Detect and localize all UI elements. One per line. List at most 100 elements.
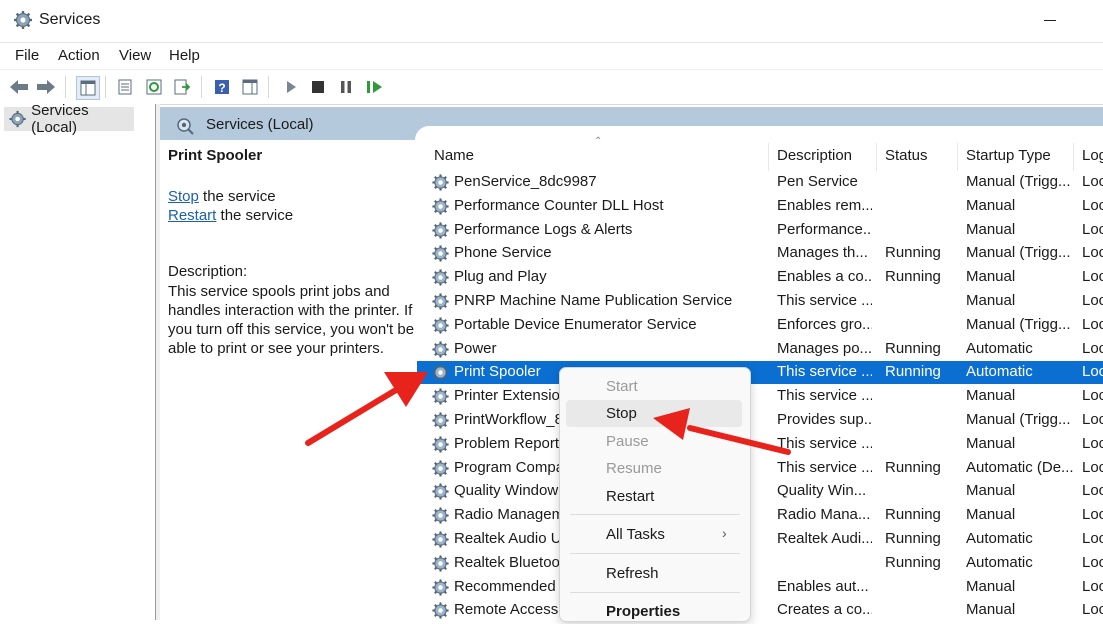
service-gear-icon xyxy=(431,221,450,240)
restart-service-line: Restart the service xyxy=(168,207,293,224)
table-row[interactable]: Printer Extension This service ... Manual L… xyxy=(417,385,1103,408)
row-name: Phone Service xyxy=(454,244,552,262)
table-row[interactable]: Quality Window Quality Win... Manual Loc xyxy=(417,480,1103,503)
row-status: Running xyxy=(885,506,941,524)
minimize-button[interactable] xyxy=(1030,6,1070,36)
row-log-on-as: Loc xyxy=(1082,196,1103,214)
table-row[interactable]: Realtek Bluetoo Running Automatic Loc xyxy=(417,552,1103,575)
table-row[interactable]: Recommended T Enables aut... Manual Loc xyxy=(417,576,1103,599)
row-name: Power xyxy=(454,339,497,357)
service-gear-icon xyxy=(431,482,450,501)
table-row[interactable]: Radio Managem Radio Mana... Running Manual L… xyxy=(417,504,1103,527)
table-row[interactable]: Realtek Audio U Realtek Audi... Running Aut… xyxy=(417,528,1103,551)
restart-icon[interactable] xyxy=(364,76,386,98)
table-row[interactable]: Program Compa This service ... Running Auto… xyxy=(417,457,1103,480)
help-icon[interactable]: ? xyxy=(211,76,233,98)
restart-suffix: the service xyxy=(216,207,294,224)
table-row[interactable]: Performance Counter DLL Host Enables rem.… xyxy=(417,195,1103,218)
menu-help[interactable]: Help xyxy=(169,47,200,64)
console-tree-icon[interactable] xyxy=(76,76,100,100)
stop-service-link[interactable]: Stop xyxy=(168,188,199,205)
service-gear-icon xyxy=(431,268,450,287)
row-description: Enables a co... xyxy=(777,268,872,286)
stop-square-icon[interactable] xyxy=(307,76,329,98)
menu-view[interactable]: View xyxy=(119,47,151,64)
row-description: Creates a co... xyxy=(777,601,872,619)
export-list-icon[interactable] xyxy=(171,76,193,98)
table-row[interactable]: Remote Access A Creates a co... Manual Loc xyxy=(417,599,1103,622)
table-row[interactable]: Power Manages po... Running Automatic Loc xyxy=(417,338,1103,361)
row-log-on-as: Loc xyxy=(1082,506,1103,524)
table-row[interactable]: PrintWorkflow_8 Provides sup... Manual (Tr… xyxy=(417,409,1103,432)
column-header-name[interactable]: Name xyxy=(434,147,474,164)
row-startup-type: Automatic (De... xyxy=(966,458,1074,476)
ctx-all-tasks[interactable]: All Tasks xyxy=(606,526,665,543)
service-gear-icon xyxy=(431,340,450,359)
row-description: Performance... xyxy=(777,220,872,238)
row-startup-type: Manual xyxy=(966,196,1016,214)
column-header-log-on-as[interactable]: Log xyxy=(1082,147,1103,164)
row-log-on-as: Loc xyxy=(1082,173,1103,190)
service-gear-icon xyxy=(431,197,450,216)
table-row[interactable]: Print Spooler This service ... Running Auto… xyxy=(417,361,1103,385)
column-header-startup-type[interactable]: Startup Type xyxy=(966,147,1051,164)
column-header-status[interactable]: Status xyxy=(885,147,928,164)
row-log-on-as: Loc xyxy=(1082,315,1103,333)
row-log-on-as: Loc xyxy=(1082,601,1103,619)
ctx-stop[interactable]: Stop xyxy=(606,405,637,422)
minimize-icon xyxy=(1044,20,1056,21)
row-description: Enables aut... xyxy=(777,577,869,595)
properties-icon[interactable] xyxy=(114,76,136,98)
tree-item-label: Services (Local) xyxy=(31,102,89,136)
row-log-on-as: Loc xyxy=(1082,339,1103,357)
back-arrow-icon[interactable] xyxy=(8,76,30,98)
service-gear-icon xyxy=(431,459,450,478)
row-description: This service ... xyxy=(777,292,872,309)
restart-service-link[interactable]: Restart xyxy=(168,207,216,224)
menu-file[interactable]: File xyxy=(15,47,39,64)
ctx-start: Start xyxy=(606,378,638,395)
refresh-icon[interactable] xyxy=(143,76,165,98)
description-label: Description: xyxy=(168,263,248,280)
column-header-description[interactable]: Description xyxy=(777,147,852,164)
table-row[interactable]: PNRP Machine Name Publication Service Thi… xyxy=(417,290,1103,313)
table-row[interactable]: PenService_8dc9987 Pen Service Manual (Tri… xyxy=(417,171,1103,194)
ctx-refresh[interactable]: Refresh xyxy=(606,565,659,582)
row-startup-type: Manual xyxy=(966,482,1016,500)
row-name: PNRP Machine Name Publication Service xyxy=(454,292,733,309)
row-log-on-as: Loc xyxy=(1082,363,1103,381)
row-description: Quality Win... xyxy=(777,482,867,500)
row-status: Running xyxy=(885,553,941,571)
table-row[interactable]: Phone Service Manages th... Running Manual … xyxy=(417,242,1103,265)
row-log-on-as: Loc xyxy=(1082,220,1103,238)
ctx-resume: Resume xyxy=(606,460,662,477)
row-status: Running xyxy=(885,363,941,381)
pause-icon[interactable] xyxy=(335,76,357,98)
menu-action[interactable]: Action xyxy=(58,47,100,64)
row-status: Running xyxy=(885,268,941,286)
service-gear-icon xyxy=(431,244,450,263)
forward-arrow-icon[interactable] xyxy=(35,76,57,98)
play-icon[interactable] xyxy=(280,76,302,98)
row-description: Manages po... xyxy=(777,339,872,357)
show-hide-icon[interactable] xyxy=(239,76,261,98)
table-row[interactable]: Portable Device Enumerator Service Enforc… xyxy=(417,314,1103,337)
row-name: PenService_8dc9987 xyxy=(454,173,597,190)
row-description: Radio Mana... xyxy=(777,506,871,524)
row-startup-type: Manual (Trigg... xyxy=(966,315,1071,333)
tree-item-services-local[interactable]: Services (Local) xyxy=(4,102,134,136)
table-row[interactable]: Problem Reports This service ... Manual Loc xyxy=(417,433,1103,456)
context-menu-highlight xyxy=(566,400,742,427)
table-row[interactable]: Plug and Play Enables a co... Running Manua… xyxy=(417,266,1103,289)
row-log-on-as: Loc xyxy=(1082,292,1103,309)
gear-icon xyxy=(9,110,26,128)
row-log-on-as: Loc xyxy=(1082,553,1103,571)
service-gear-icon xyxy=(431,554,450,573)
ctx-restart[interactable]: Restart xyxy=(606,488,654,505)
service-gear-icon xyxy=(431,530,450,549)
row-startup-type: Manual xyxy=(966,292,1016,309)
service-gear-icon xyxy=(431,601,450,620)
table-row[interactable]: Performance Logs & Alerts Performance... M… xyxy=(417,219,1103,242)
ctx-properties[interactable]: Properties xyxy=(606,603,680,620)
row-startup-type: Automatic xyxy=(966,530,1033,547)
